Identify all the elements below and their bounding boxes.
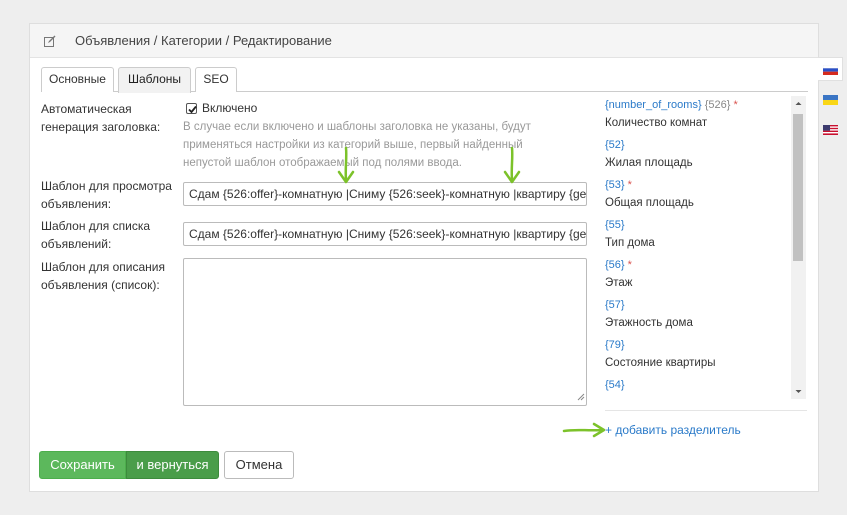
list-divider [605,410,807,411]
lang-ru[interactable] [818,57,843,81]
auto-title-checkbox-label: Включено [202,101,258,115]
edit-panel: Объявления / Категории / Редактирование … [29,23,819,492]
save-and-return-button[interactable]: и вернуться [126,451,219,479]
tab-templates[interactable]: Шаблоны [118,67,191,93]
list-item[interactable]: {56} * Этаж [605,256,807,296]
add-separator-link[interactable]: + добавить разделитель [605,423,741,437]
field-code: {54} [605,379,625,391]
tab-seo[interactable]: SEO [195,67,237,92]
lang-us[interactable] [818,118,843,142]
save-button[interactable]: Сохранить [39,451,126,479]
list-item[interactable]: {55} Тип дома [605,216,807,256]
fields-list-scrollbar[interactable] [791,96,806,399]
scroll-down-icon[interactable] [791,384,806,399]
field-code: {53} * [605,179,632,191]
field-code: {57} [605,299,625,311]
tab-main[interactable]: Основные [41,67,114,92]
field-label: Жилая площадь [605,157,693,169]
field-label [605,394,807,399]
field-label: Общая площадь [605,197,694,209]
annotation-arrow-icon [503,146,521,184]
lang-ua[interactable] [818,88,843,112]
scroll-thumb[interactable] [793,114,803,261]
us-flag-icon [823,125,838,135]
cancel-button[interactable]: Отмена [224,451,294,479]
view-template-label: Шаблон для просмотра объявления: [41,179,172,211]
list-item[interactable]: {79} Состояние квартиры [605,336,807,376]
desc-template-label: Шаблон для описания объявления (список): [41,260,165,292]
ru-flag-icon [823,65,838,75]
field-code: {79} [605,339,625,351]
fields-list: {number_of_rooms} {526} * Количество ком… [605,96,807,399]
field-label: Этажность дома [605,317,693,329]
edit-icon [44,35,56,47]
resize-handle-icon[interactable] [577,390,585,404]
field-label: Тип дома [605,237,655,249]
list-template-input[interactable]: Сдам {526:offer}-комнатную |Сниму {526:s… [183,222,587,246]
list-item[interactable]: {54} [605,376,807,399]
list-item[interactable]: {number_of_rooms} {526} * Количество ком… [605,96,807,136]
breadcrumb: Объявления / Категории / Редактирование [75,33,332,48]
field-label: Этаж [605,277,633,289]
annotation-arrow-icon [562,422,606,438]
ua-flag-icon [823,95,838,105]
list-item[interactable]: {52} Жилая площадь [605,136,807,176]
auto-title-checkbox[interactable] [186,103,197,114]
field-label: Количество комнат [605,117,708,129]
language-switcher [818,57,843,147]
check-icon [188,105,197,114]
desc-template-textarea[interactable] [183,258,587,406]
list-template-label: Шаблон для списка объявлений: [41,219,151,251]
field-code: {number_of_rooms} {526} * [605,99,738,111]
scroll-up-icon[interactable] [791,96,806,111]
field-code: {55} [605,219,625,231]
field-code: {52} [605,139,625,151]
panel-header: Объявления / Категории / Редактирование [30,24,818,58]
tabs-bar: Основные Шаблоны SEO [41,67,808,93]
view-template-input[interactable]: Сдам {526:offer}-комнатную |Сниму {526:s… [183,182,587,206]
auto-title-label: Автоматическая генерация заголовка: [41,102,161,134]
field-label: Состояние квартиры [605,357,716,369]
field-code: {56} * [605,259,632,271]
list-item[interactable]: {53} * Общая площадь [605,176,807,216]
annotation-arrow-icon [337,146,355,184]
list-item[interactable]: {57} Этажность дома [605,296,807,336]
